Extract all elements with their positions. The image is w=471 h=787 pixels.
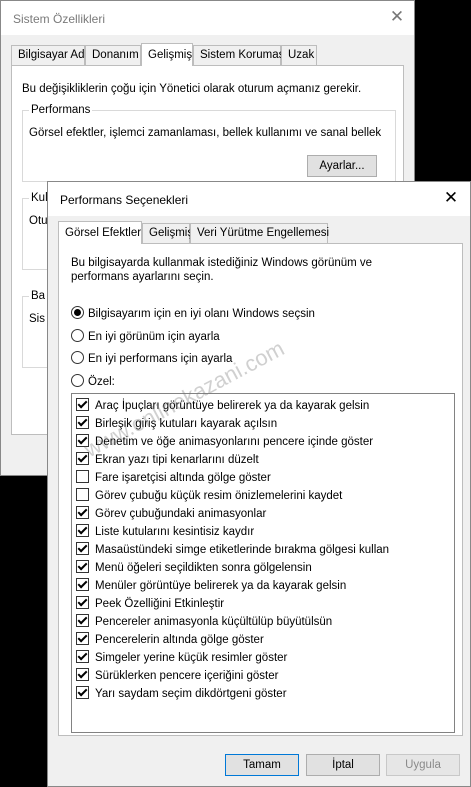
checkbox-checked-icon[interactable] — [76, 434, 89, 447]
visual-effects-list[interactable]: Araç İpuçları görüntüye belirerek ya da … — [71, 393, 455, 733]
checkbox-checked-icon[interactable] — [76, 578, 89, 591]
list-item[interactable]: Liste kutularını kesintisiz kaydır — [76, 524, 254, 540]
tab-hardware[interactable]: Donanım — [85, 45, 141, 65]
radio-icon[interactable] — [71, 374, 84, 387]
performance-options-titlebar[interactable]: Performans Seçenekleri ✕ — [48, 182, 470, 216]
tab-advanced[interactable]: Gelişmiş — [142, 223, 193, 243]
list-item-label: Liste kutularını kesintisiz kaydır — [95, 526, 255, 538]
tab-system-protection[interactable]: Sistem Koruması — [193, 45, 288, 65]
performance-description: Görsel efektler, işlemci zamanlaması, be… — [29, 127, 382, 139]
list-item[interactable]: Görev çubuğu küçük resim önizlemelerini … — [76, 488, 342, 504]
checkbox-checked-icon[interactable] — [76, 650, 89, 663]
checkbox-checked-icon[interactable] — [76, 398, 89, 411]
checkbox-checked-icon[interactable] — [76, 452, 89, 465]
tab-advanced[interactable]: Gelişmiş — [141, 43, 193, 66]
list-item[interactable]: Fare işaretçisi altında gölge göster — [76, 470, 271, 486]
list-item-label: Görev çubuğundaki animasyonlar — [95, 508, 267, 520]
list-item[interactable]: Pencereler animasyonla küçültülüp büyütü… — [76, 614, 332, 630]
list-item-label: Birleşik giriş kutuları kayarak açılsın — [95, 418, 278, 430]
checkbox-checked-icon[interactable] — [76, 614, 89, 627]
radio-icon[interactable] — [71, 351, 84, 364]
radio-label: Özel: — [88, 376, 115, 388]
checkbox-checked-icon[interactable] — [76, 506, 89, 519]
list-item[interactable]: Simgeler yerine küçük resimler göster — [76, 650, 287, 666]
checkbox-unchecked-icon[interactable] — [76, 470, 89, 483]
checkbox-checked-icon[interactable] — [76, 524, 89, 537]
list-item-label: Fare işaretçisi altında gölge göster — [95, 472, 271, 484]
list-item-label: Araç İpuçları görüntüye belirerek ya da … — [95, 400, 370, 412]
radio-best-appearance[interactable]: En iyi görünüm için ayarla — [71, 329, 220, 345]
performance-settings-button[interactable]: Ayarlar... — [307, 155, 377, 177]
checkbox-checked-icon[interactable] — [76, 686, 89, 699]
list-item-label: Masaüstündeki simge etiketlerinde bırakm… — [95, 544, 390, 556]
radio-custom[interactable]: Özel: — [71, 374, 115, 390]
performance-options-window: Performans Seçenekleri ✕ Görsel Efektler… — [47, 181, 471, 787]
tab-computer-name[interactable]: Bilgisayar Adı — [11, 45, 88, 65]
admin-notice: Bu değişikliklerin çoğu için Yönetici ol… — [22, 83, 362, 95]
list-item-label: Ekran yazı tipi kenarlarını düzelt — [95, 454, 259, 466]
checkbox-checked-icon[interactable] — [76, 416, 89, 429]
checkbox-checked-icon[interactable] — [76, 668, 89, 681]
checkbox-checked-icon[interactable] — [76, 560, 89, 573]
radio-label: En iyi performans için ayarla — [88, 353, 233, 365]
checkbox-unchecked-icon[interactable] — [76, 488, 89, 501]
performance-label: Performans — [29, 104, 93, 116]
cancel-button[interactable]: İptal — [306, 754, 380, 776]
list-item[interactable]: Yarı saydam seçim dikdörtgeni göster — [76, 686, 287, 702]
list-item-label: Menüler görüntüye belirerek ya da kayara… — [95, 580, 347, 592]
list-item[interactable]: Birleşik giriş kutuları kayarak açılsın — [76, 416, 277, 432]
ok-button[interactable]: Tamam — [225, 754, 299, 776]
window-title: Performans Seçenekleri — [60, 193, 189, 207]
visual-effects-intro: Bu bilgisayarda kullanmak istediğiniz Wi… — [71, 257, 373, 283]
list-item-label: Pencereler animasyonla küçültülüp büyütü… — [95, 616, 333, 628]
list-item-label: Denetim ve öğe animasyonlarını pencere i… — [95, 436, 374, 448]
list-item[interactable]: Pencerelerin altında gölge göster — [76, 632, 264, 648]
tab-remote[interactable]: Uzak — [281, 45, 317, 65]
list-item[interactable]: Denetim ve öğe animasyonlarını pencere i… — [76, 434, 373, 450]
list-item[interactable]: Ekran yazı tipi kenarlarını düzelt — [76, 452, 259, 468]
checkbox-checked-icon[interactable] — [76, 596, 89, 609]
radio-icon[interactable] — [71, 329, 84, 342]
tab-visual-effects[interactable]: Görsel Efektler — [58, 221, 142, 244]
list-item[interactable]: Sürüklerken pencere içeriğini göster — [76, 668, 278, 684]
list-item-label: Menü öğeleri seçildikten sonra gölgelens… — [95, 562, 312, 574]
list-item-label: Pencerelerin altında gölge göster — [95, 634, 264, 646]
radio-label: En iyi görünüm için ayarla — [88, 331, 220, 343]
performance-group: Performans Görsel efektler, işlemci zama… — [22, 104, 396, 182]
list-item-label: Simgeler yerine küçük resimler göster — [95, 652, 288, 664]
list-item-label: Görev çubuğu küçük resim önizlemelerini … — [95, 490, 343, 502]
radio-label: Bilgisayarım için en iyi olanı Windows s… — [88, 308, 315, 320]
radio-best-performance[interactable]: En iyi performans için ayarla — [71, 351, 232, 367]
list-item[interactable]: Masaüstündeki simge etiketlerinde bırakm… — [76, 542, 389, 558]
close-icon[interactable]: ✕ — [386, 7, 408, 27]
list-item-label: Yarı saydam seçim dikdörtgeni göster — [95, 688, 287, 700]
radio-selected-icon[interactable] — [71, 306, 84, 319]
startup-label-partial: Ba — [29, 290, 48, 302]
user-profiles-desc-partial: Otu — [29, 215, 48, 227]
apply-button[interactable]: Uygula — [386, 754, 460, 776]
list-item[interactable]: Menü öğeleri seçildikten sonra gölgelens… — [76, 560, 312, 576]
close-icon[interactable]: ✕ — [440, 188, 462, 208]
window-title: Sistem Özellikleri — [13, 12, 106, 26]
list-item[interactable]: Görev çubuğundaki animasyonlar — [76, 506, 266, 522]
list-item[interactable]: Araç İpuçları görüntüye belirerek ya da … — [76, 398, 369, 414]
list-item-label: Sürüklerken pencere içeriğini göster — [95, 670, 279, 682]
list-item[interactable]: Menüler görüntüye belirerek ya da kayara… — [76, 578, 346, 594]
list-item-label: Peek Özelliğini Etkinleştir — [95, 598, 225, 610]
radio-let-windows-choose[interactable]: Bilgisayarım için en iyi olanı Windows s… — [71, 306, 315, 322]
checkbox-checked-icon[interactable] — [76, 632, 89, 645]
tab-data-execution-prevention[interactable]: Veri Yürütme Engellemesi — [190, 223, 329, 243]
startup-desc-partial: Sis — [29, 313, 45, 325]
list-item[interactable]: Peek Özelliğini Etkinleştir — [76, 596, 224, 612]
system-properties-titlebar[interactable]: Sistem Özellikleri ✕ — [1, 1, 414, 35]
checkbox-checked-icon[interactable] — [76, 542, 89, 555]
visual-effects-panel: Bu bilgisayarda kullanmak istediğiniz Wi… — [58, 243, 463, 736]
